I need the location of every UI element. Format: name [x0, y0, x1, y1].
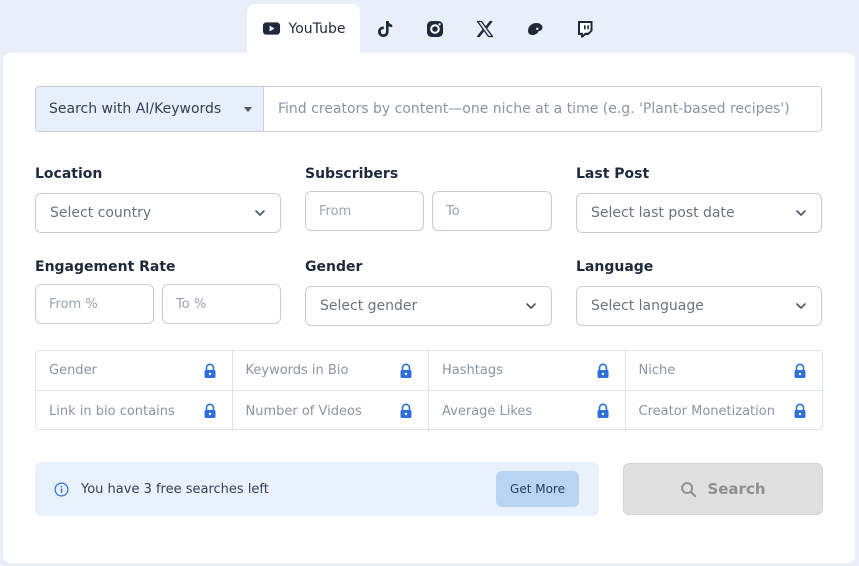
x-icon	[476, 20, 494, 37]
locked-filter-creator-monetization[interactable]: Creator Monetization	[626, 391, 823, 431]
tab-tiktok[interactable]	[360, 4, 410, 53]
locked-filter-hashtags[interactable]: Hashtags	[429, 351, 626, 391]
locked-filter-label: Hashtags	[442, 363, 503, 378]
free-searches-text: You have 3 free searches left	[81, 481, 269, 497]
language-placeholder: Select language	[591, 298, 704, 314]
search-icon	[681, 481, 697, 497]
location-placeholder: Select country	[50, 205, 152, 221]
search-button-label: Search	[707, 480, 766, 498]
locked-filter-label: Link in bio contains	[49, 403, 175, 419]
locked-filter-link-in-bio[interactable]: Link in bio contains	[36, 391, 233, 431]
subscribers-from-input[interactable]	[305, 191, 424, 231]
tab-youtube[interactable]: YouTube	[247, 4, 360, 53]
threads-icon	[528, 22, 543, 35]
chevron-down-icon	[796, 210, 806, 216]
search-button[interactable]: Search	[623, 463, 823, 515]
locked-filter-keywords-in-bio[interactable]: Keywords in Bio	[232, 351, 429, 391]
instagram-icon	[427, 20, 443, 37]
location-select[interactable]: Select country	[35, 193, 281, 233]
tab-twitch[interactable]	[560, 4, 610, 53]
locked-filter-label: Niche	[638, 363, 676, 378]
search-card: Search with AI/Keywords Location Select …	[3, 53, 855, 563]
tab-threads[interactable]	[510, 4, 560, 53]
location-label: Location	[35, 166, 103, 182]
locked-filter-average-likes[interactable]: Average Likes	[429, 391, 626, 431]
info-icon	[54, 482, 69, 496]
locked-filters-grid: Gender Keywords in Bio Hashtags Niche Li…	[35, 350, 823, 431]
locked-filter-label: Keywords in Bio	[245, 363, 349, 378]
locked-filter-gender[interactable]: Gender	[36, 351, 233, 391]
chevron-down-icon	[255, 210, 265, 216]
engagement-from-input[interactable]	[35, 284, 154, 324]
language-label: Language	[576, 259, 654, 275]
last-post-label: Last Post	[576, 166, 650, 182]
lock-icon	[400, 363, 412, 378]
get-more-button[interactable]: Get More	[496, 471, 579, 507]
twitch-icon	[578, 20, 593, 37]
subscribers-label: Subscribers	[305, 166, 399, 182]
chevron-down-icon	[796, 303, 806, 309]
tab-youtube-label: YouTube	[288, 20, 346, 37]
youtube-icon	[262, 22, 280, 35]
lock-icon	[400, 403, 412, 418]
gender-placeholder: Select gender	[320, 298, 418, 314]
lock-icon	[204, 363, 215, 378]
lock-icon	[794, 363, 806, 378]
search-mode-select[interactable]: Search with AI/Keywords	[36, 87, 264, 131]
lock-icon	[204, 403, 215, 418]
subscribers-to-input[interactable]	[432, 191, 552, 231]
ai-search-bar: Search with AI/Keywords	[35, 86, 822, 132]
tab-instagram[interactable]	[410, 4, 460, 53]
lock-icon	[597, 403, 608, 418]
platform-tabs: YouTube	[247, 4, 610, 53]
lock-icon	[794, 403, 806, 418]
locked-filter-niche[interactable]: Niche	[625, 351, 822, 391]
locked-filter-number-of-videos[interactable]: Number of Videos	[233, 391, 429, 431]
locked-filter-label: Number of Videos	[245, 403, 362, 419]
tiktok-icon	[378, 20, 393, 37]
creator-search-input[interactable]	[264, 87, 821, 131]
gender-label: Gender	[305, 259, 363, 275]
locked-filter-label: Creator Monetization	[638, 403, 775, 419]
search-mode-label: Search with AI/Keywords	[49, 101, 222, 117]
last-post-select[interactable]: Select last post date	[576, 193, 822, 233]
engagement-rate-label: Engagement Rate	[35, 259, 176, 275]
last-post-placeholder: Select last post date	[591, 205, 735, 221]
tab-x[interactable]	[460, 4, 510, 53]
lock-icon	[597, 363, 608, 378]
engagement-to-input[interactable]	[162, 284, 281, 324]
locked-filter-label: Average Likes	[442, 403, 533, 419]
locked-filter-label: Gender	[49, 363, 97, 378]
language-select[interactable]: Select language	[576, 286, 822, 326]
caret-down-icon	[244, 107, 252, 112]
chevron-down-icon	[526, 303, 536, 309]
gender-select[interactable]: Select gender	[305, 286, 552, 326]
free-searches-notice: You have 3 free searches left Get More	[35, 462, 599, 516]
